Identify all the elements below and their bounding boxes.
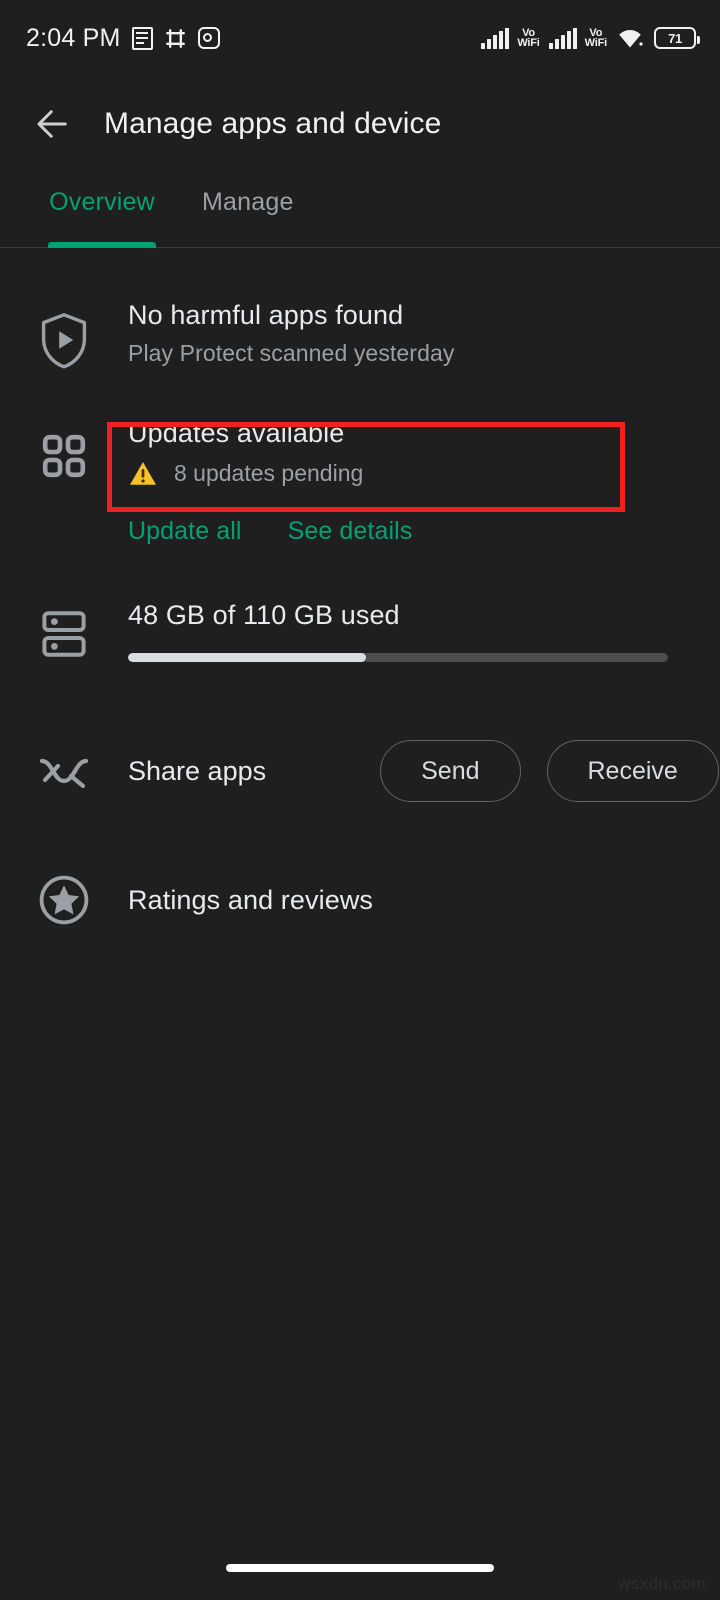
instagram-icon	[197, 27, 220, 49]
play-protect-title: No harmful apps found	[128, 300, 404, 330]
updates-icon-wrap	[0, 418, 128, 487]
play-protect-icon-wrap	[0, 300, 128, 370]
share-body: Share apps Send Receive	[128, 740, 720, 802]
battery-level: 71	[668, 30, 682, 46]
share-apps-row: Share apps Send Receive	[0, 740, 720, 802]
updates-subtitle: 8 updates pending	[174, 460, 364, 486]
app-bar: Manage apps and device	[0, 76, 720, 172]
status-bar-right: Vo WiFi Vo WiFi 71	[481, 27, 700, 49]
share-apps-icon	[39, 758, 89, 789]
tab-manage[interactable]: Manage	[202, 172, 294, 248]
storage-icon	[42, 611, 86, 657]
status-bar-clock: 2:04 PM	[26, 23, 121, 52]
tab-overview-label: Overview	[49, 188, 155, 216]
status-bar-left: 2:04 PM	[26, 23, 220, 52]
signal-bars-icon-2	[548, 27, 577, 49]
apps-grid-icon	[42, 434, 86, 478]
page-title: Manage apps and device	[104, 107, 442, 140]
ratings-icon-wrap	[0, 874, 128, 926]
warning-triangle-icon	[129, 461, 157, 485]
see-details-button[interactable]: See details	[288, 517, 413, 546]
vowifi-bottom-2: WiFi	[584, 37, 608, 49]
vowifi-bottom-1: WiFi	[517, 37, 540, 49]
updates-actions: Update all See details	[0, 517, 720, 546]
ratings-title: Ratings and reviews	[128, 885, 374, 915]
star-circle-icon	[39, 875, 89, 925]
status-bar: 2:04 PM Vo WiFi Vo WiFi 71	[0, 0, 720, 76]
storage-icon-wrap	[0, 600, 128, 662]
updates-subtitle-row: 8 updates pending	[128, 460, 680, 487]
vowifi-label-1: Vo WiFi	[517, 28, 540, 49]
shield-play-icon	[41, 313, 87, 369]
phone-screen: 2:04 PM Vo WiFi Vo WiFi 71 Manage apps a…	[0, 0, 720, 1600]
play-protect-row[interactable]: No harmful apps found Play Protect scann…	[0, 300, 720, 370]
home-indicator[interactable]	[226, 1564, 494, 1572]
battery-icon: 71	[654, 27, 700, 49]
share-buttons: Send Receive	[380, 740, 719, 802]
play-protect-subtitle: Play Protect scanned yesterday	[128, 340, 455, 366]
overview-content: No harmful apps found Play Protect scann…	[0, 248, 720, 928]
updates-title: Updates available	[128, 418, 345, 448]
tab-manage-label: Manage	[202, 188, 294, 216]
storage-body: 48 GB of 110 GB used	[128, 600, 720, 662]
receive-button[interactable]: Receive	[546, 740, 719, 802]
share-icon-wrap	[0, 751, 128, 791]
wifi-icon	[619, 30, 643, 48]
storage-row[interactable]: 48 GB of 110 GB used	[0, 600, 720, 662]
ratings-body: Ratings and reviews	[128, 872, 720, 928]
share-apps-title: Share apps	[128, 755, 267, 786]
back-arrow-icon	[37, 110, 67, 138]
watermark: wsxdn.com	[618, 1574, 706, 1593]
notes-icon	[131, 26, 153, 50]
storage-title: 48 GB of 110 GB used	[128, 600, 400, 630]
storage-progress-fill	[128, 653, 366, 662]
vowifi-label-2: Vo WiFi	[584, 28, 608, 49]
tab-bar: Overview Manage	[0, 172, 720, 248]
send-button[interactable]: Send	[380, 740, 521, 802]
tab-overview[interactable]: Overview	[48, 172, 156, 248]
updates-body: Updates available 8 updates pending	[128, 418, 720, 487]
storage-progress-bar	[128, 653, 668, 662]
update-all-button[interactable]: Update all	[128, 517, 242, 546]
ratings-row[interactable]: Ratings and reviews	[0, 872, 720, 928]
slack-icon	[165, 28, 185, 48]
signal-bars-icon	[481, 27, 510, 49]
back-button[interactable]	[24, 95, 82, 153]
play-protect-body: No harmful apps found Play Protect scann…	[128, 300, 720, 370]
updates-row[interactable]: Updates available 8 updates pending	[0, 418, 720, 512]
